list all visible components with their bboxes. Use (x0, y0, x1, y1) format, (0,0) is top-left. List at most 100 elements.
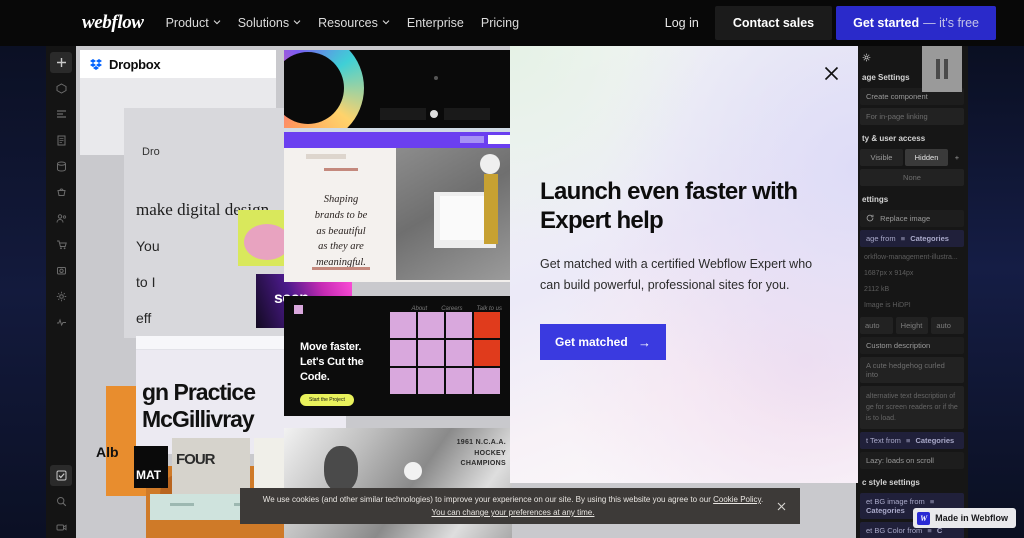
nav-item-product[interactable]: Product (166, 16, 221, 30)
replace-image-button[interactable]: Replace image (860, 210, 964, 227)
nav-item-pricing[interactable]: Pricing (481, 16, 519, 30)
visibility-option-hidden[interactable]: Hidden (905, 149, 948, 166)
pages-icon[interactable] (50, 130, 72, 151)
image-filename: orkflow-management-illustra... (864, 254, 958, 261)
pause-bar-left (936, 59, 940, 79)
login-button[interactable]: Log in (649, 16, 715, 30)
four-hours-label: FOUR (176, 451, 216, 468)
cart-icon[interactable] (50, 234, 72, 255)
alt-text-help: alternative text description of ge for s… (860, 385, 964, 430)
users-icon[interactable] (50, 208, 72, 229)
arrow-right-icon: → (638, 334, 651, 350)
assets-icon[interactable] (50, 260, 72, 281)
nav-item-resources[interactable]: Resources (318, 16, 390, 30)
checkbox-icon[interactable] (50, 465, 72, 486)
search-icon[interactable] (50, 491, 72, 512)
audit-icon[interactable] (50, 312, 72, 333)
in-page-linking-placeholder: For in-page linking (866, 112, 928, 121)
alt-text-value: A cute hedgehog curled into (866, 360, 945, 379)
in-page-linking-input[interactable]: For in-page linking (860, 108, 964, 125)
image-height-label: Height (895, 316, 929, 334)
settings-panel: age Settings Create component For in-pag… (856, 46, 968, 538)
cut-the-code-letter-grid (390, 312, 500, 394)
image-height-input[interactable]: auto (931, 316, 965, 334)
cms-icon[interactable] (50, 156, 72, 177)
visibility-option-visible[interactable]: Visible (860, 149, 903, 166)
image-filesize: 2112 kB (864, 285, 890, 293)
image-settings-header: ettings (862, 195, 889, 204)
get-image-from-label: age from (866, 234, 896, 243)
video-icon[interactable] (50, 517, 72, 538)
cut-the-code-cta[interactable]: Start the Project (300, 394, 354, 406)
image-width-input[interactable]: auto (860, 316, 893, 334)
add-icon[interactable] (50, 52, 72, 73)
cookie-policy-link[interactable]: Cookie Policy (713, 495, 761, 504)
made-in-webflow-label: Made in Webflow (935, 513, 1008, 523)
settings-icon[interactable] (50, 286, 72, 307)
made-in-webflow-badge[interactable]: W Made in Webflow (913, 508, 1016, 528)
image-dimensions: 1687px x 914px (864, 269, 914, 277)
contact-sales-button[interactable]: Contact sales (714, 6, 833, 40)
dropbox-card-header: Dropbox (80, 50, 276, 78)
nav-item-enterprise[interactable]: Enterprise (407, 16, 464, 30)
close-icon[interactable] (818, 60, 844, 86)
dropbox-icon (90, 59, 102, 70)
mat-label: MAT (136, 468, 162, 482)
canvas-card-cut-the-code: About Careers Talk to us Move faster. Le… (284, 296, 512, 416)
modal-title: Launch even faster with Expert help (540, 178, 798, 234)
user-access-value[interactable]: None (860, 169, 964, 186)
custom-description-select[interactable]: Custom description (860, 336, 964, 354)
component-icon[interactable] (50, 78, 72, 99)
pause-button[interactable] (922, 46, 962, 92)
replace-image-label: Replace image (880, 214, 931, 223)
alb-label: Alb (96, 444, 119, 460)
webflow-logo[interactable]: webflow (82, 12, 144, 34)
style-settings-header: c style settings (862, 478, 920, 488)
cookie-text-before: We use cookies (and other similar techno… (262, 494, 714, 504)
alt-text-from-row[interactable]: t Text from ≡ Categories (860, 432, 964, 450)
cookie-close-icon[interactable] (772, 497, 790, 515)
layers-icon[interactable] (50, 104, 72, 125)
image-size-fields: auto Height auto (860, 316, 965, 334)
nav-item-resources-label: Resources (318, 16, 378, 30)
get-matched-button[interactable]: Get matched → (540, 324, 666, 361)
lazy-load-select[interactable]: Lazy: loads on scroll (860, 452, 964, 470)
bg-image-from-label: et BG image from (866, 497, 925, 507)
modal-body: Get matched with a certified Webflow Exp… (540, 256, 813, 293)
webflow-mark-icon: W (917, 511, 931, 525)
refresh-icon (866, 214, 876, 223)
lazy-load-label: Lazy: loads on scroll (866, 456, 934, 466)
list-icon-3: ≡ (929, 497, 935, 507)
cookie-text-after: . (760, 494, 764, 504)
custom-description-label: Custom description (866, 340, 931, 350)
categories-label-2: Categories (915, 436, 955, 446)
nav-actions: Log in Contact sales Get started — it's … (649, 0, 1024, 46)
visibility-header: ty & user access (862, 134, 926, 143)
get-image-from-row[interactable]: age from ≡ Categories (860, 230, 964, 247)
alt-text-from-label: t Text from (866, 436, 901, 446)
canvas-card-purple-bar (284, 132, 514, 148)
get-started-button[interactable]: Get started — it's free (836, 6, 996, 40)
cookie-preferences-link[interactable]: You can change your preferences at any t… (432, 508, 595, 517)
get-started-label: Get started (853, 16, 920, 30)
categories-label-1: Categories (910, 234, 949, 243)
pause-bar-right (944, 59, 948, 79)
nav-item-solutions-label: Solutions (237, 16, 290, 30)
quote-text: Shaping brands to be as beautiful as the… (314, 194, 368, 268)
screen: Dropbox Dro make digital design You to I… (0, 0, 1024, 538)
gear-icon (862, 53, 871, 64)
cookie-text: We use cookies (and other similar techno… (254, 493, 772, 519)
image-hidpi-label: Image is HiDPI (864, 301, 911, 309)
nav-item-product-label: Product (165, 16, 209, 30)
alt-text-input[interactable]: A cute hedgehog curled into (860, 356, 964, 383)
visibility-segmented-control: Visible Hidden + (860, 149, 964, 166)
canvas-card-cream-tile (254, 438, 288, 490)
modal-content: Launch even faster with Expert help Get … (510, 46, 858, 361)
top-navigation: webflow Product Solutions Resources Ente… (0, 0, 1024, 46)
canvas-card-quote: Shaping brands to be as beautiful as the… (284, 144, 512, 282)
visibility-add-button[interactable]: + (950, 149, 964, 166)
ecommerce-icon[interactable] (50, 182, 72, 203)
nav-links: Product Solutions Resources Enterprise P… (166, 16, 519, 30)
cookie-banner: We use cookies (and other similar techno… (240, 488, 800, 524)
nav-item-solutions[interactable]: Solutions (238, 16, 301, 30)
